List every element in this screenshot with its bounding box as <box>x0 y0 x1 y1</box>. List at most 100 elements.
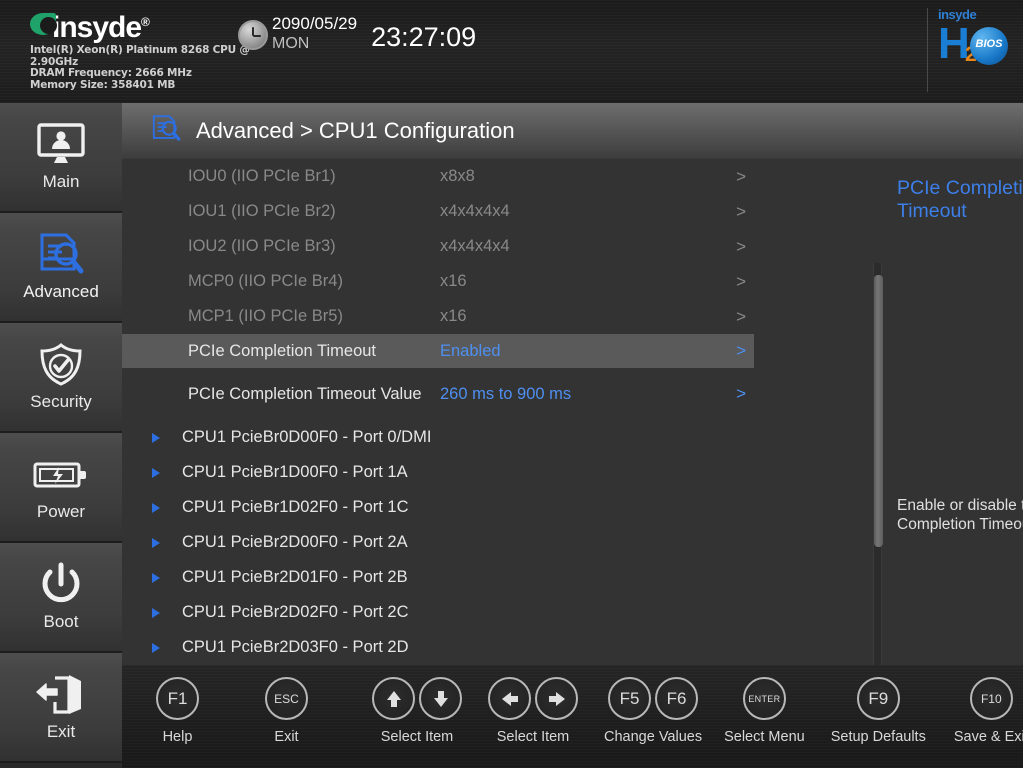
chevron-right-icon: > <box>736 166 746 186</box>
exit-door-icon <box>33 672 89 718</box>
system-info-mem: Memory Size: 358401 MB <box>30 78 176 91</box>
table-row-selected[interactable]: PCIe Completion Timeout Enabled > <box>122 334 754 368</box>
document-search-icon <box>36 232 86 278</box>
list-item[interactable]: CPU1 PcieBr2D02F0 - Port 2C <box>122 595 754 630</box>
table-row[interactable]: MCP0 (IIO PCIe Br4) x16 > <box>122 264 754 299</box>
setting-value: x16 <box>440 272 467 290</box>
table-row[interactable]: IOU2 (IIO PCIe Br3) x4x4x4x4 > <box>122 229 754 264</box>
key-esc-icon[interactable]: ESC <box>265 677 308 720</box>
chevron-right-icon: > <box>736 271 746 291</box>
system-date: 2090/05/29 <box>272 14 358 33</box>
key-enter-icon[interactable]: ENTER <box>742 677 786 720</box>
list-item[interactable]: CPU1 PcieBr1D00F0 - Port 1A <box>122 455 754 490</box>
clock-block: 2090/05/29 MON 23:27:09 <box>238 14 476 53</box>
footer-keys: F10 <box>969 677 1013 720</box>
system-info-dram: DRAM Frequency: 2666 MHz <box>30 67 192 79</box>
h2o-logo-graphic: H 2 BIOS <box>938 22 1008 78</box>
footer-group-select-item-vertical[interactable]: Select Item <box>372 677 462 745</box>
list-item[interactable]: CPU1 PcieBr2D03F0 - Port 2D <box>122 630 754 665</box>
footer-group-exit[interactable]: ESC Exit <box>265 677 308 745</box>
h2o-logo-bios-text: BIOS <box>975 38 1003 50</box>
key-f6-icon[interactable]: F6 <box>655 677 699 720</box>
document-search-icon <box>150 112 182 151</box>
footer-group-select-item-horizontal[interactable]: Select Item <box>488 677 578 745</box>
list-item[interactable]: CPU1 PcieBr1D02F0 - Port 1C <box>122 490 754 525</box>
footer-keys: F5 F6 <box>608 677 699 720</box>
footer-caption: Save & Exit <box>953 729 1023 745</box>
setting-label: MCP0 (IIO PCIe Br4) <box>188 272 343 290</box>
submenu-label: CPU1 PcieBr2D02F0 - Port 2C <box>182 603 409 621</box>
sidebar-item-advanced[interactable]: Advanced <box>0 213 122 323</box>
system-weekday: MON <box>272 35 310 52</box>
chevron-right-icon: > <box>736 384 746 403</box>
sidebar-item-label-security: Security <box>30 392 92 411</box>
list-item[interactable]: CPU1 PcieBr2D01F0 - Port 2B <box>122 560 754 595</box>
footer-group-save-exit[interactable]: F10 Save & Exit <box>954 677 1023 745</box>
key-f9-icon[interactable]: F9 <box>856 677 900 720</box>
power-icon <box>38 562 84 608</box>
submenu-label: CPU1 PcieBr0D00F0 - Port 0/DMI <box>182 428 432 446</box>
key-arrow-left-icon[interactable] <box>488 677 531 720</box>
setting-value: x16 <box>440 307 467 325</box>
table-row[interactable]: PCIe Completion Timeout Value 260 ms to … <box>122 368 754 420</box>
list-item[interactable]: CPU1 PcieBr0D00F0 - Port 0/DMI <box>122 420 754 455</box>
setting-label: MCP1 (IIO PCIe Br5) <box>188 307 343 325</box>
breadcrumb-bar: Advanced > CPU1 Configuration <box>122 103 1023 159</box>
sidebar-item-security[interactable]: Security <box>0 323 122 433</box>
setting-value: Enabled <box>440 341 501 360</box>
battery-bolt-icon <box>32 452 90 498</box>
insyde-wordmark-text: insyde <box>52 11 142 44</box>
sidebar-item-boot[interactable]: Boot <box>0 543 122 653</box>
system-time: 23:27:09 <box>371 22 477 52</box>
footer-group-setup-defaults[interactable]: F9 Setup Defaults <box>831 677 926 745</box>
footer-group-select-menu[interactable]: ENTER Select Menu <box>724 677 805 745</box>
table-row[interactable]: IOU0 (IIO PCIe Br1) x8x8 > <box>122 159 754 194</box>
footer-keys <box>488 677 578 720</box>
help-description: Enable or disable the PCIe Completion Ti… <box>897 497 1023 533</box>
setting-value: x4x4x4x4 <box>440 202 510 220</box>
sidebar-item-label-power: Power <box>36 502 86 521</box>
key-f5-icon[interactable]: F5 <box>608 677 652 720</box>
list-item[interactable]: CPU1 PcieBr2D00F0 - Port 2A <box>122 525 754 560</box>
setting-label: IOU0 (IIO PCIe Br1) <box>188 167 336 185</box>
sidebar-item-power[interactable]: Power <box>0 433 122 543</box>
chevron-right-icon: > <box>736 201 746 221</box>
triangle-right-icon <box>152 432 160 443</box>
footer-group-change-values[interactable]: F5 F6 Change Values <box>604 677 702 745</box>
setting-value: x8x8 <box>440 167 475 185</box>
footer-keys: F9 <box>856 677 900 720</box>
chevron-right-icon: > <box>736 341 746 360</box>
setting-value: x4x4x4x4 <box>440 237 510 255</box>
top-header-bar: insyde® Intel(R) Xeon(R) Platinum 8268 C… <box>0 0 1023 103</box>
sidebar-item-label-main: Main <box>42 172 80 191</box>
help-header: PCIe Completion Timeout <box>897 177 1023 223</box>
h2o-logo-sphere-icon: BIOS <box>970 27 1008 65</box>
sidebar-item-exit[interactable]: Exit <box>0 653 122 763</box>
submenu-label: CPU1 PcieBr2D00F0 - Port 2A <box>182 533 408 551</box>
function-key-bar: F1 Help ESC Exit Select Item Select Item… <box>122 665 1023 768</box>
footer-caption: Select Item <box>496 729 570 745</box>
sidebar-item-main[interactable]: Main <box>0 103 122 213</box>
table-row[interactable]: MCP1 (IIO PCIe Br5) x16 > <box>122 299 754 334</box>
footer-keys: ESC <box>265 677 308 720</box>
help-title: PCIe Completion Timeout <box>897 177 1023 222</box>
key-f10-icon[interactable]: F10 <box>969 677 1013 720</box>
footer-group-help[interactable]: F1 Help <box>156 677 199 745</box>
setting-label: IOU1 (IIO PCIe Br2) <box>188 202 336 220</box>
navigation-sidebar: Main Advanced Security Power Boot Exit <box>0 103 122 768</box>
sidebar-item-label-advanced: Advanced <box>23 282 99 301</box>
settings-list: IOU0 (IIO PCIe Br1) x8x8 > IOU1 (IIO PCI… <box>122 159 754 670</box>
table-row[interactable]: IOU1 (IIO PCIe Br2) x4x4x4x4 > <box>122 194 754 229</box>
key-arrow-right-icon[interactable] <box>535 677 578 720</box>
footer-caption: Change Values <box>604 729 703 745</box>
setting-label: PCIe Completion Timeout <box>188 341 377 360</box>
key-arrow-up-icon[interactable] <box>372 677 415 720</box>
footer-keys: F1 <box>156 677 199 720</box>
registered-mark: ® <box>141 15 150 29</box>
footer-caption: Select Menu <box>724 729 805 745</box>
key-f1-icon[interactable]: F1 <box>156 677 199 720</box>
setting-label: PCIe Completion Timeout Value <box>188 384 422 403</box>
key-arrow-down-icon[interactable] <box>419 677 462 720</box>
scrollbar-thumb[interactable] <box>874 275 883 547</box>
sidebar-item-label-boot: Boot <box>43 612 79 631</box>
